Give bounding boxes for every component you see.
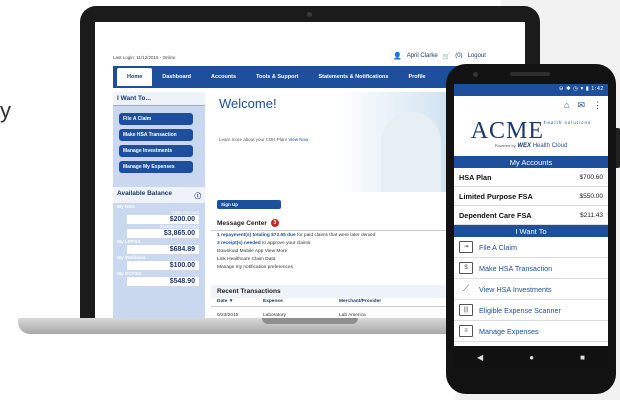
account-balance: $3,865.00 xyxy=(127,229,199,238)
user-name[interactable]: April Clarke xyxy=(407,53,438,59)
i-want-to-header: I Want To... xyxy=(113,92,205,106)
tab-profile[interactable]: Profile xyxy=(398,74,435,80)
col-merchant: Merchant/Provider xyxy=(339,299,382,304)
col-date[interactable]: Date ▼ xyxy=(217,299,263,304)
message-text: to approve your claims xyxy=(262,240,311,246)
user-area: 👤 April Clarke 🛒 (0) Logout xyxy=(393,52,486,60)
tab-accounts[interactable]: Accounts xyxy=(201,74,246,80)
chart-icon: ⟋ xyxy=(462,283,470,293)
action-label: Make HSA Transaction xyxy=(479,263,553,273)
i-want-to-header: I Want To xyxy=(454,225,608,237)
available-balance-title: Available Balance xyxy=(117,190,173,197)
claim-icon: ⇥ xyxy=(459,241,473,253)
message-highlight[interactable]: 1 repayment(s) totaling $72.65 due xyxy=(217,233,296,238)
learn-more-label: Learn more about your CDH Plan! xyxy=(219,137,288,142)
account-name[interactable]: My HSA xyxy=(113,203,205,210)
laptop-notch xyxy=(262,318,358,324)
powered-by: Powered by xyxy=(494,143,516,148)
action-label: Eligible Expense Scanner xyxy=(479,305,561,315)
manage-expenses-action[interactable]: ≡ Manage Expenses xyxy=(454,321,608,342)
mail-icon[interactable]: ✉ xyxy=(577,100,585,111)
acme-logo: ACMEhealth solutions Powered by WEX Heal… xyxy=(454,114,608,156)
tab-tools-support[interactable]: Tools & Support xyxy=(246,74,308,80)
side-text-fragment: y xyxy=(0,98,11,123)
account-balance: $211.43 xyxy=(579,211,603,219)
hsa-transaction-action[interactable]: $ Make HSA Transaction xyxy=(454,258,608,279)
home-icon[interactable]: ⌂ xyxy=(564,100,569,110)
file-claim-button[interactable]: File A Claim xyxy=(119,113,193,125)
sidebar: I Want To... File A Claim Make HSA Trans… xyxy=(113,92,205,318)
tab-home[interactable]: Home xyxy=(117,68,153,86)
account-name: Limited Purpose FSA xyxy=(459,191,533,201)
action-label: Manage Expenses xyxy=(479,326,539,336)
hsa-investments-action[interactable]: ⟋ View HSA Investments xyxy=(454,279,608,300)
manage-investments-button[interactable]: Manage Investments xyxy=(119,145,193,157)
action-label: File A Claim xyxy=(479,242,517,252)
status-bar: ⊖ ✱ ◷ ▾ ▮ 1:42 xyxy=(454,84,608,96)
account-row-dcfsa[interactable]: Dependent Care FSA $211.43 xyxy=(454,206,608,225)
expense-scanner-action[interactable]: ||| Eligible Expense Scanner xyxy=(454,300,608,321)
health-cloud: Health Cloud xyxy=(532,143,568,149)
learn-more-text: Learn more about your CDH Plan! View Now xyxy=(219,137,308,142)
last-login-text: Last Login: 11/12/2015 - Online xyxy=(113,55,176,60)
phone-side-button xyxy=(616,128,620,168)
more-icon[interactable]: ⋮ xyxy=(593,100,602,111)
phone-speaker xyxy=(510,72,550,76)
phone-screen: ⊖ ✱ ◷ ▾ ▮ 1:42 ⌂ ✉ ⋮ ACMEhealth solution… xyxy=(454,84,608,368)
tab-statements[interactable]: Statements & Notifications xyxy=(308,74,398,80)
col-expense: Expense xyxy=(263,299,283,304)
view-now-link[interactable]: View Now xyxy=(288,137,308,142)
home-circle-icon[interactable]: ● xyxy=(529,353,534,362)
account-balance: $548.90 xyxy=(127,277,199,286)
cart-icon[interactable]: 🛒 xyxy=(443,53,450,60)
laptop-camera xyxy=(307,12,312,17)
account-name[interactable]: My DCFSA xyxy=(113,270,205,277)
manage-expenses-button[interactable]: Manage My Expenses xyxy=(119,161,193,173)
tab-dashboard[interactable]: Dashboard xyxy=(152,74,201,80)
account-balance: $550.00 xyxy=(579,192,604,200)
phone-camera xyxy=(473,72,478,77)
action-label: View HSA Investments xyxy=(479,284,552,294)
recents-icon[interactable]: ■ xyxy=(580,353,585,362)
logout-link[interactable]: Logout xyxy=(468,53,486,59)
message-highlight[interactable]: 3 receipt(s) needed xyxy=(217,241,261,246)
my-accounts-header: My Accounts xyxy=(454,156,608,168)
acme-tagline: health solutions xyxy=(544,120,592,125)
android-nav-bar: ◀ ● ■ xyxy=(454,346,608,368)
barcode-icon: ||| xyxy=(459,304,473,316)
cart-count[interactable]: (0) xyxy=(455,53,462,59)
account-row-hsa[interactable]: HSA Plan $700.60 xyxy=(454,168,608,187)
account-name: Dependent Care FSA xyxy=(459,210,532,220)
message-count-badge: 3 xyxy=(270,219,279,227)
doctor-figure xyxy=(381,112,441,192)
file-claim-action[interactable]: ⇥ File A Claim xyxy=(454,237,608,258)
account-name[interactable]: My Wellness xyxy=(113,254,205,261)
available-balance-header: Available Balance ⓘ xyxy=(113,187,205,203)
app-toolbar: ⌂ ✉ ⋮ xyxy=(454,96,608,114)
account-row-lpfsa[interactable]: Limited Purpose FSA $550.00 xyxy=(454,187,608,206)
user-icon: 👤 xyxy=(393,53,402,60)
message-text: for paid claims that were later denied xyxy=(296,232,376,238)
back-icon[interactable]: ◀ xyxy=(477,353,483,362)
welcome-title: Welcome! xyxy=(219,96,277,111)
account-balance: $200.00 xyxy=(127,215,199,224)
account-balance: $700.60 xyxy=(579,173,604,181)
list-icon: ≡ xyxy=(459,325,473,337)
account-balance: $684.89 xyxy=(127,245,199,254)
account-balance: $100.00 xyxy=(127,261,199,270)
make-hsa-transaction-button[interactable]: Make HSA Transaction xyxy=(119,129,193,141)
info-icon[interactable]: ⓘ xyxy=(195,190,202,200)
message-center-label: Message Center xyxy=(217,219,267,227)
acme-wordmark: ACMEhealth solutions xyxy=(454,118,608,144)
sign-up-button[interactable]: Sign Up xyxy=(217,200,281,209)
account-name: HSA Plan xyxy=(459,172,492,182)
transaction-icon: $ xyxy=(459,262,473,274)
account-name[interactable]: My LPFSA xyxy=(113,238,205,245)
acme-name: ACME xyxy=(470,118,545,144)
wex-brand: WEX xyxy=(517,143,532,149)
